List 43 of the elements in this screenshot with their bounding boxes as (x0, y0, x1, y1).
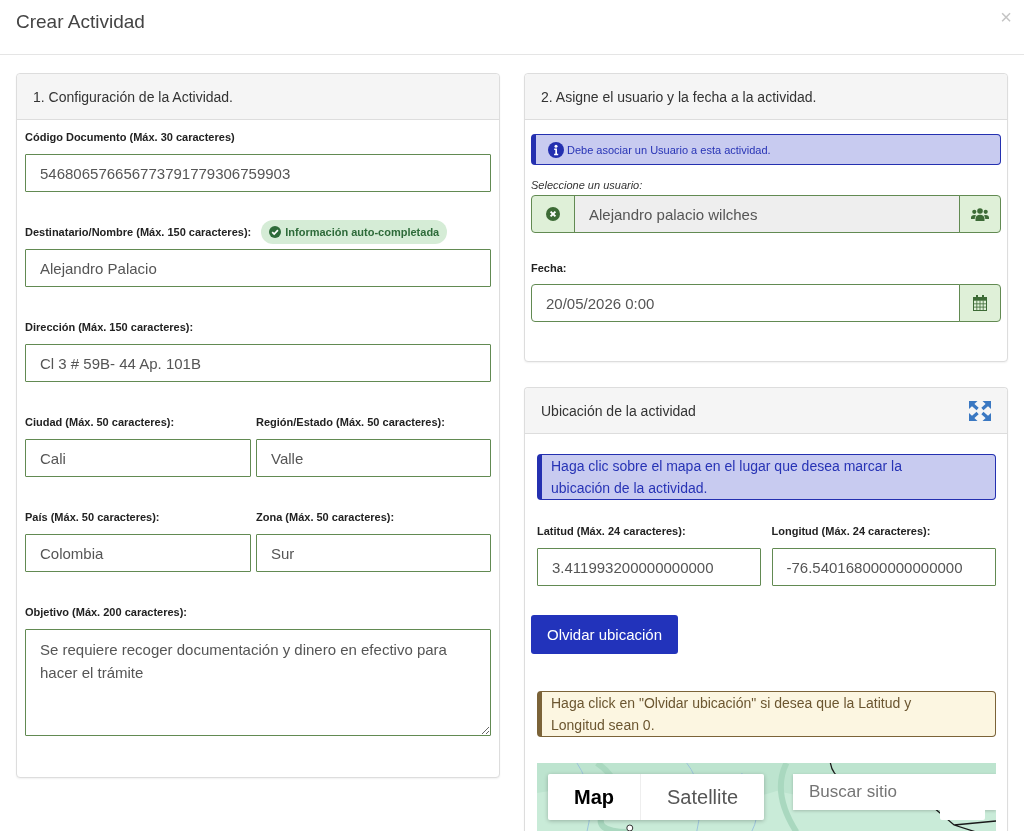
users-button[interactable] (959, 195, 1001, 233)
field-label: Código Documento (Máx. 30 caracteres) (25, 131, 235, 143)
input-field[interactable]: Alejandro Palacio (25, 249, 491, 287)
field-label: Longitud (Máx. 24 caracteres): (771, 525, 931, 537)
clear-button[interactable] (531, 195, 575, 233)
x-circle-icon (546, 207, 560, 221)
map-type-tab[interactable]: Satellite (641, 774, 765, 820)
input-field[interactable]: Valle (256, 439, 491, 477)
calendar-button[interactable] (959, 284, 1001, 322)
field-label: Región/Estado (Máx. 50 caracteres): (256, 416, 445, 428)
map-search-field[interactable]: Buscar sitio (793, 774, 996, 810)
textarea-field[interactable]: Se requiere recoger documentación y dinero en efectivo para hacer el trámite (25, 629, 491, 736)
users-icon (971, 207, 989, 221)
alert-text: Debe asociar un Usuario a esta actividad. (567, 143, 771, 156)
field-label: Destinatario/Nombre (Máx. 150 caracteres): (25, 226, 252, 238)
dialog-title: Crear Actividad (16, 10, 145, 34)
badge-text: Información auto-completada (285, 226, 440, 238)
field-label: País (Máx. 50 caracteres): (25, 511, 160, 523)
check-circle-icon (269, 226, 282, 238)
field-label: Ciudad (Máx. 50 caracteres): (25, 416, 175, 428)
alert-text: Haga click en "Olvidar ubicación" si desea que la Latitud y Longitud sean 0. (551, 694, 913, 735)
map-type-tab[interactable]: Map (548, 774, 641, 820)
input-field[interactable]: Colombia (25, 534, 251, 572)
input-field[interactable]: Cl 3 # 59B- 44 Ap. 101B (25, 344, 491, 382)
calendar-icon (973, 295, 987, 311)
field-label: Latitud (Máx. 24 caracteres): (537, 525, 686, 537)
input-field[interactable]: 3.411993200000000000 (537, 548, 761, 586)
field-label: Fecha: (531, 261, 567, 275)
panel-title: 2. Asigne el usuario y la fecha a la actividad. (541, 88, 817, 105)
panel-title: Ubicación de la actividad (541, 402, 696, 419)
input-field[interactable]: -76.540168000000000000 (771, 548, 996, 586)
input-field[interactable]: Cali (25, 439, 251, 477)
forget-location-button[interactable]: Olvidar ubicación (531, 615, 679, 654)
alert-text: Haga clic sobre el mapa en el lugar que desea marcar la ubicación de la actividad. (551, 457, 903, 498)
input-field[interactable]: 20/05/2026 0:00 (531, 284, 960, 322)
field-label: Dirección (Máx. 150 caracteres): (25, 321, 194, 333)
input-field[interactable]: Sur (256, 534, 491, 572)
input-field[interactable]: 546806576656773791779306759903 (25, 154, 491, 192)
field-label: Seleccione un usuario: (531, 178, 643, 192)
field-label: Objetivo (Máx. 200 caracteres): (25, 606, 188, 618)
expand-icon[interactable] (969, 400, 991, 421)
field-label: Zona (Máx. 50 caracteres): (256, 511, 395, 523)
panel-title: 1. Configuración de la Actividad. (33, 88, 233, 105)
